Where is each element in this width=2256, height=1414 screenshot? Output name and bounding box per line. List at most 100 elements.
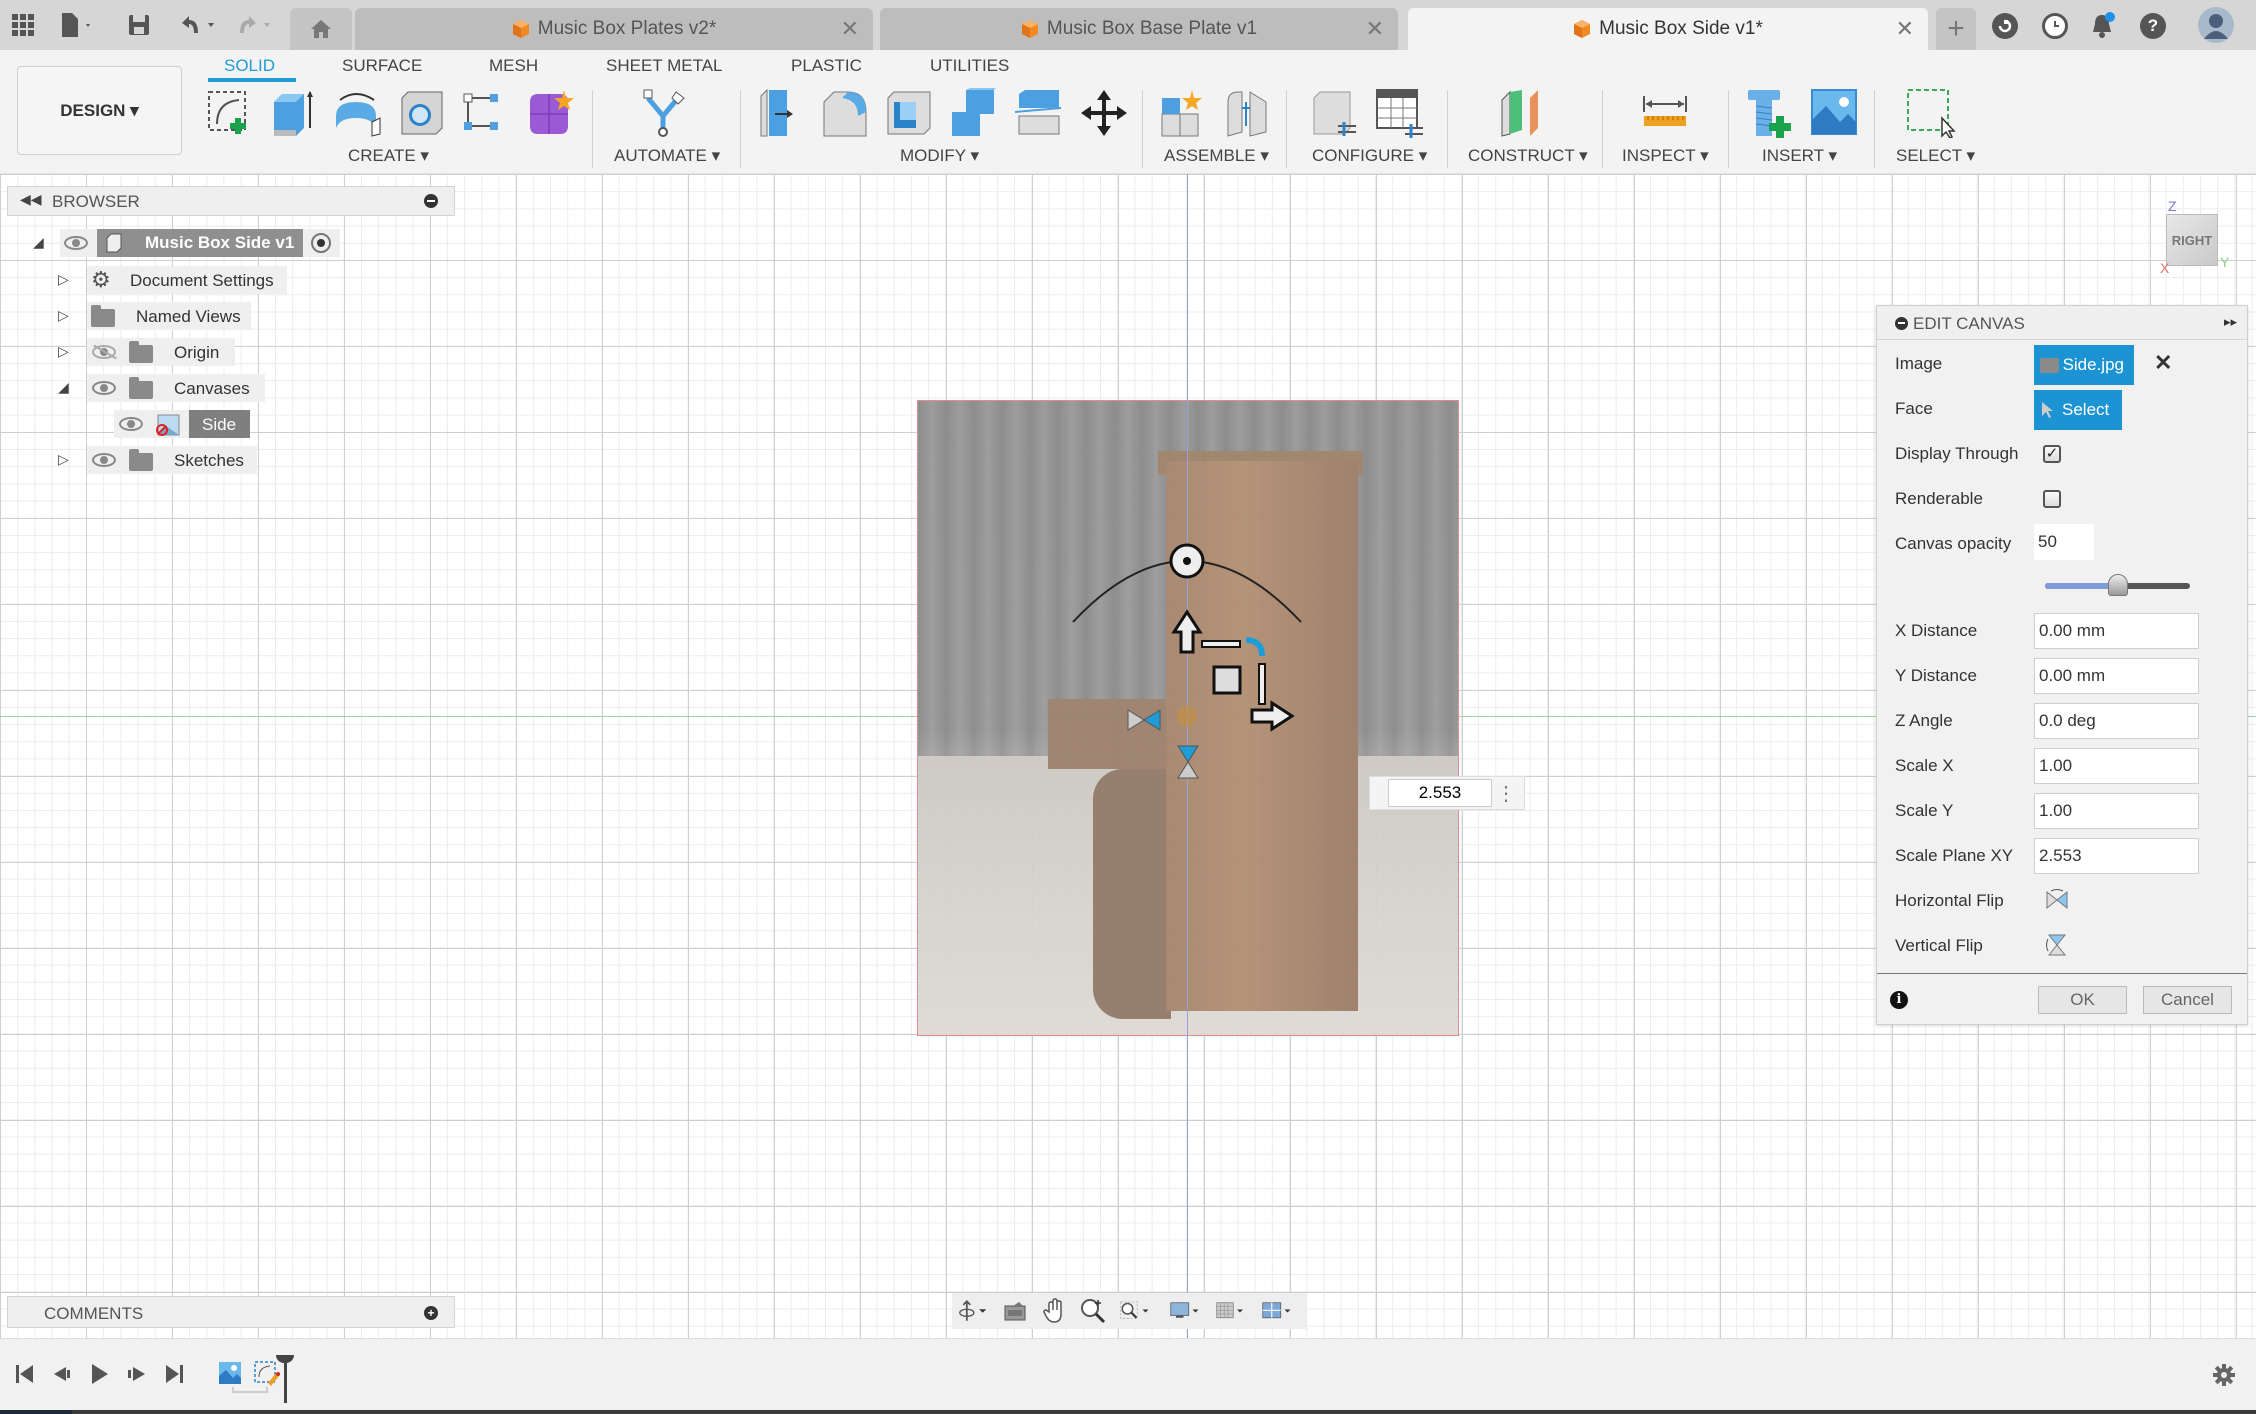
window-select-icon[interactable] — [1906, 88, 1956, 138]
tab-utilities[interactable]: UTILITIES — [930, 56, 1009, 76]
document-tab[interactable]: Music Box Plates v2* ✕ — [355, 8, 873, 50]
x-distance-input[interactable] — [2034, 613, 2199, 649]
tab-surface[interactable]: SURFACE — [342, 56, 422, 76]
free-move-handle[interactable] — [1212, 665, 1242, 695]
z-angle-input[interactable] — [2034, 703, 2199, 739]
file-menu-button[interactable] — [60, 10, 94, 40]
tab-sheet-metal[interactable]: SHEET METAL — [606, 56, 723, 76]
rotate-handle[interactable] — [1169, 543, 1205, 579]
more-options-icon[interactable]: ⋮ — [1496, 781, 1516, 806]
visibility-eye-icon[interactable] — [64, 236, 88, 250]
tab-solid[interactable]: SOLID — [224, 56, 275, 76]
document-tab[interactable]: Music Box Base Plate v1 ✕ — [880, 8, 1398, 50]
viewports-icon[interactable] — [1262, 1297, 1292, 1325]
visibility-eye-icon[interactable] — [92, 453, 116, 467]
new-component-icon[interactable] — [1158, 88, 1208, 138]
zoom-icon[interactable] — [1078, 1297, 1108, 1325]
scale-x-input[interactable] — [2034, 748, 2199, 784]
insert-canvas-icon[interactable] — [1810, 88, 1860, 138]
create-form-icon[interactable] — [524, 88, 574, 138]
home-tab[interactable] — [290, 8, 352, 50]
browser-item-named-views[interactable]: ▷ Named Views — [0, 302, 260, 330]
face-select-button[interactable]: Select — [2034, 390, 2122, 430]
save-button[interactable] — [128, 10, 150, 40]
canvas-feature-icon[interactable] — [218, 1361, 242, 1385]
offset-plane-icon[interactable] — [1498, 88, 1548, 138]
orbit-icon[interactable] — [958, 1297, 988, 1325]
modify-menu[interactable]: MODIFY ▾ — [900, 146, 979, 166]
look-at-icon[interactable] — [1000, 1297, 1030, 1325]
collapse-browser-icon[interactable]: ◀◀ — [20, 191, 42, 208]
insert-menu[interactable]: INSERT ▾ — [1762, 146, 1837, 166]
browser-item-document-settings[interactable]: ▷ ⚙ Document Settings — [0, 266, 290, 294]
redo-button[interactable] — [234, 10, 276, 40]
pattern-icon[interactable] — [460, 88, 510, 138]
construct-menu[interactable]: CONSTRUCT ▾ — [1468, 146, 1588, 166]
joint-icon[interactable] — [1222, 88, 1272, 138]
create-menu[interactable]: CREATE ▾ — [348, 146, 429, 166]
plane-handle-right[interactable] — [1258, 663, 1266, 705]
previous-icon[interactable] — [52, 1363, 74, 1385]
grid-settings-icon[interactable] — [1216, 1297, 1246, 1325]
sketch-feature-icon[interactable] — [254, 1361, 280, 1387]
close-tab-icon[interactable]: ✕ — [841, 16, 859, 42]
clear-image-icon[interactable]: ✕ — [2154, 350, 2172, 376]
browser-item-origin[interactable]: ▷ Origin — [0, 338, 240, 366]
info-icon[interactable]: i — [1890, 991, 1908, 1009]
browser-item-sketches[interactable]: ▷ Sketches — [0, 446, 270, 474]
browser-item-canvas-side[interactable]: Side — [0, 410, 260, 438]
display-settings-icon[interactable] — [1170, 1297, 1200, 1325]
assemble-menu[interactable]: ASSEMBLE ▾ — [1164, 146, 1269, 166]
revolve-icon[interactable] — [332, 88, 382, 138]
new-tab-button[interactable]: + — [1936, 8, 1976, 50]
image-file-button[interactable]: Side.jpg — [2034, 345, 2134, 385]
press-pull-icon[interactable] — [755, 88, 805, 138]
measure-icon[interactable] — [1640, 88, 1690, 138]
create-sketch-icon[interactable] — [205, 88, 255, 138]
expand-dialog-icon[interactable]: ▸▸ — [2224, 314, 2237, 330]
activate-radio-icon[interactable] — [311, 233, 331, 253]
canvas-opacity-slider[interactable] — [2045, 574, 2190, 596]
minimize-browser-icon[interactable] — [424, 194, 438, 208]
pan-icon[interactable] — [1040, 1297, 1070, 1325]
viewcube[interactable]: RIGHT — [2166, 214, 2218, 266]
fillet-icon[interactable] — [820, 88, 870, 138]
vertical-flip-icon[interactable] — [2045, 933, 2069, 957]
next-icon[interactable] — [126, 1363, 148, 1385]
tab-mesh[interactable]: MESH — [489, 56, 538, 76]
scale-value-input[interactable] — [1388, 779, 1492, 807]
visibility-eye-icon[interactable] — [119, 417, 143, 431]
timeline-marker[interactable] — [284, 1357, 287, 1403]
help-icon[interactable]: ? — [2140, 13, 2166, 39]
scale-y-input[interactable] — [2034, 793, 2199, 829]
apps-grid-icon[interactable] — [12, 10, 34, 40]
plane-handle-top[interactable] — [1201, 640, 1241, 648]
expanded-triangle-icon[interactable]: ◢ — [58, 379, 69, 396]
collapsed-triangle-icon[interactable]: ▷ — [58, 343, 69, 360]
automate-menu[interactable]: AUTOMATE ▾ — [614, 146, 720, 166]
horizontal-flip-icon[interactable] — [2045, 888, 2069, 912]
configure-menu[interactable]: CONFIGURE ▾ — [1312, 146, 1427, 166]
tab-plastic[interactable]: PLASTIC — [791, 56, 862, 76]
collapsed-triangle-icon[interactable]: ▷ — [58, 307, 69, 324]
inspect-menu[interactable]: INSPECT ▾ — [1622, 146, 1709, 166]
move-copy-icon[interactable] — [1079, 88, 1129, 138]
slider-thumb[interactable] — [2107, 574, 2128, 596]
last-icon[interactable] — [164, 1363, 184, 1385]
select-menu[interactable]: SELECT ▾ — [1896, 146, 1975, 166]
profile-avatar[interactable] — [2198, 7, 2234, 43]
browser-item-canvases[interactable]: ◢ Canvases — [0, 374, 270, 402]
insert-mcmaster-icon[interactable] — [1746, 88, 1796, 138]
cancel-button[interactable]: Cancel — [2143, 986, 2232, 1014]
configure-icon[interactable] — [1310, 88, 1360, 138]
collapsed-triangle-icon[interactable]: ▷ — [58, 271, 69, 288]
scale-plane-xy-input[interactable] — [2034, 838, 2199, 874]
add-comment-icon[interactable]: + — [424, 1306, 438, 1320]
visibility-eye-icon[interactable] — [92, 381, 116, 395]
shell-icon[interactable] — [884, 88, 934, 138]
gear-icon[interactable] — [2212, 1363, 2236, 1387]
split-body-icon[interactable] — [1013, 88, 1063, 138]
close-tab-icon[interactable]: ✕ — [1896, 16, 1914, 42]
fit-icon[interactable] — [1120, 1297, 1150, 1325]
document-tab-active[interactable]: Music Box Side v1* ✕ — [1408, 8, 1928, 50]
